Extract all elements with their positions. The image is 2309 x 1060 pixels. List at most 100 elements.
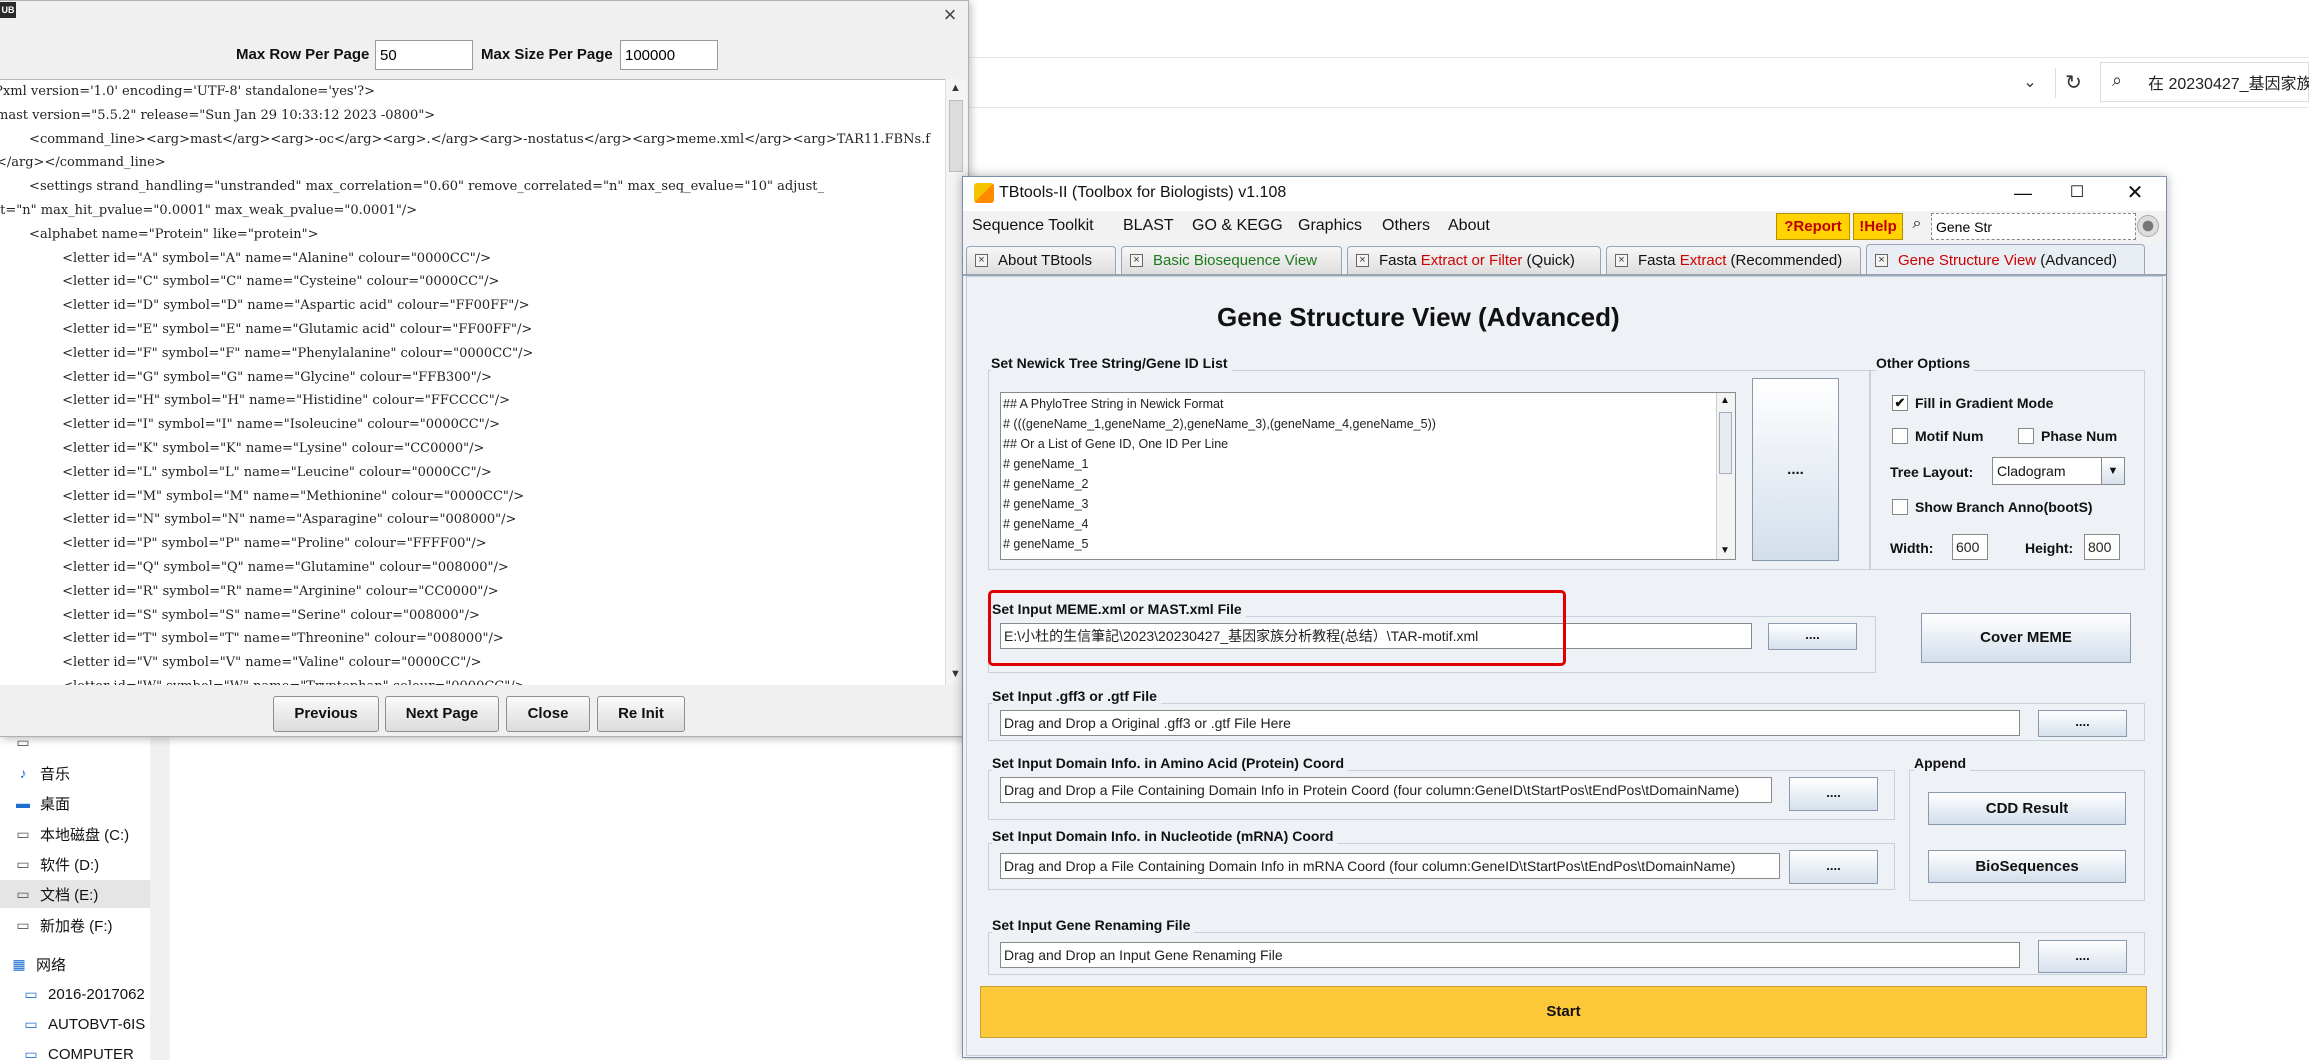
xml-line: it="n" max_hit_pvalue="0.0001" max_weak_…: [0, 202, 418, 218]
sidebar-item[interactable]: ▦ 网络: [10, 950, 146, 978]
cover-meme-button[interactable]: Cover MEME: [1921, 613, 2131, 663]
newick-line: # geneName_1: [1003, 457, 1089, 471]
sidebar-item[interactable]: ▭ AUTOBVT-6IS: [22, 1010, 158, 1038]
menu-blast[interactable]: BLAST: [1123, 217, 1174, 235]
xml-line: <letter id="Q" symbol="Q" name="Glutamin…: [0, 559, 509, 575]
other-options-label: Other Options: [1876, 355, 1975, 371]
tab-close-icon[interactable]: ×: [1130, 254, 1143, 267]
tab-fasta-extract-quick[interactable]: × Fasta Extract or Filter (Quick): [1347, 246, 1601, 274]
help-button[interactable]: !Help: [1853, 213, 1903, 240]
tab-label-part: Extract: [1679, 252, 1727, 269]
domain-aa-input[interactable]: [1000, 777, 1772, 803]
cdd-result-button[interactable]: CDD Result: [1928, 792, 2126, 825]
newick-browse-button[interactable]: ....: [1752, 378, 1839, 561]
function-search-input[interactable]: [1931, 213, 2136, 240]
xml-line: <letter id="D" symbol="D" name="Aspartic…: [0, 298, 530, 314]
tab-gene-structure-view[interactable]: × Gene Structure View (Advanced): [1866, 244, 2145, 275]
gff-browse-button[interactable]: ....: [2038, 710, 2127, 737]
domain-nt-input[interactable]: [1000, 853, 1780, 879]
tab-close-icon[interactable]: ×: [1615, 254, 1628, 267]
chevron-down-icon[interactable]: ⌄: [2015, 68, 2045, 98]
newick-line: # geneName_3: [1003, 497, 1089, 511]
xml-line: <letter id="I" symbol="I" name="Isoleuci…: [0, 417, 500, 433]
tab-label-part: (Advanced): [2036, 251, 2118, 269]
tab-close-icon[interactable]: ×: [1875, 253, 1888, 267]
meme-browse-button[interactable]: ....: [1768, 623, 1857, 650]
xml-text-area[interactable]: ?xml version='1.0' encoding='UTF-8' stan…: [0, 79, 945, 685]
sidebar-item[interactable]: ▭ 新加卷 (F:): [14, 911, 150, 939]
sidebar-item[interactable]: ▭ 文档 (E:): [0, 880, 150, 908]
scroll-down-icon[interactable]: ▼: [1720, 545, 1730, 556]
gff-file-input[interactable]: [1000, 710, 2020, 736]
window-title: TBtools-II (Toolbox for Biologists) v1.1…: [999, 184, 1287, 201]
scroll-up-icon[interactable]: ▲: [1720, 395, 1730, 406]
max-size-input[interactable]: [620, 40, 718, 70]
close-icon[interactable]: ×: [938, 2, 962, 28]
maximize-icon[interactable]: ☐: [2062, 180, 2092, 206]
chevron-down-icon[interactable]: ▼: [2101, 458, 2124, 484]
sidebar-item-label: 软件 (D:): [40, 856, 100, 874]
sidebar-item[interactable]: ▭ COMPUTER: [22, 1040, 158, 1060]
phase-num-checkbox[interactable]: [2018, 428, 2034, 444]
xml-line: ?xml version='1.0' encoding='UTF-8' stan…: [0, 84, 376, 99]
report-button[interactable]: ?Report: [1776, 213, 1850, 240]
scroll-down-icon[interactable]: ▼: [950, 668, 961, 680]
tab-about-tbtools[interactable]: × About TBtools: [966, 246, 1116, 274]
motif-num-checkbox[interactable]: [1892, 428, 1908, 444]
max-row-input[interactable]: [375, 40, 473, 70]
height-input[interactable]: [2084, 534, 2120, 560]
menu-graphics[interactable]: Graphics: [1298, 217, 1362, 235]
reinit-button[interactable]: Re Init: [597, 696, 685, 732]
start-button[interactable]: Start: [980, 986, 2147, 1038]
menu-go-kegg[interactable]: GO & KEGG: [1192, 217, 1283, 235]
sidebar-item[interactable]: ♪ 音乐: [14, 759, 150, 787]
close-icon[interactable]: ✕: [2120, 180, 2150, 206]
computer-icon: ▭: [24, 986, 38, 1002]
tab-close-icon[interactable]: ×: [975, 254, 988, 267]
sidebar-item-label: AUTOBVT-6IS: [48, 1015, 146, 1033]
newick-line: # geneName_2: [1003, 477, 1089, 491]
renaming-label: Set Input Gene Renaming File: [992, 917, 1195, 933]
phase-num-label: Phase Num: [2041, 428, 2118, 444]
show-branch-checkbox[interactable]: [1892, 499, 1908, 515]
search-clear-icon[interactable]: [2137, 215, 2159, 237]
page-title: Gene Structure View (Advanced): [1217, 302, 1620, 332]
gradient-checkbox[interactable]: ✔: [1892, 395, 1908, 411]
gradient-label: Fill in Gradient Mode: [1915, 395, 2054, 411]
domain-nt-label: Set Input Domain Info. in Nucleotide (mR…: [992, 828, 1338, 844]
menu-about[interactable]: About: [1448, 217, 1490, 235]
tab-close-icon[interactable]: ×: [1356, 254, 1369, 267]
tab-basic-biosequence[interactable]: × Basic Biosequence View: [1121, 246, 1342, 274]
close-button[interactable]: Close: [506, 696, 590, 732]
previous-button[interactable]: Previous: [273, 696, 379, 732]
renaming-browse-button[interactable]: ....: [2038, 940, 2127, 973]
height-label: Height:: [2025, 540, 2074, 556]
minimize-icon[interactable]: —: [2008, 180, 2038, 206]
menu-sequence-toolkit[interactable]: Sequence Toolkit: [972, 217, 1094, 235]
newick-scrollbar-thumb[interactable]: [1719, 412, 1732, 474]
tab-label: Basic Biosequence View: [1153, 252, 1317, 269]
tbtools-logo-icon: [974, 183, 994, 203]
xml-line: <letter id="A" symbol="A" name="Alanine"…: [0, 250, 492, 266]
xml-scrollbar-thumb[interactable]: [949, 100, 963, 172]
tab-label: About TBtools: [998, 252, 1092, 269]
domain-nt-browse-button[interactable]: ....: [1789, 850, 1878, 884]
width-input[interactable]: [1952, 534, 1988, 560]
sidebar-item[interactable]: ▭ 2016-2017062: [22, 980, 158, 1008]
sidebar-item[interactable]: ▭ 本地磁盘 (C:): [14, 820, 150, 848]
biosequences-button[interactable]: BioSequences: [1928, 850, 2126, 883]
xml-line: <letter id="N" symbol="N" name="Asparagi…: [0, 512, 517, 528]
tab-fasta-extract-recommended[interactable]: × Fasta Extract (Recommended): [1606, 246, 1861, 274]
scroll-up-icon[interactable]: ▲: [950, 82, 961, 94]
refresh-icon[interactable]: ↻: [2055, 68, 2091, 98]
next-page-button[interactable]: Next Page: [385, 696, 499, 732]
menu-others[interactable]: Others: [1382, 217, 1430, 235]
domain-aa-browse-button[interactable]: ....: [1789, 777, 1878, 811]
xml-line: <settings strand_handling="unstranded" m…: [0, 179, 824, 195]
sidebar-item[interactable]: ▬ 桌面: [14, 789, 150, 817]
renaming-file-input[interactable]: [1000, 942, 2020, 968]
show-branch-label: Show Branch Anno(bootS): [1915, 499, 2093, 515]
sidebar-item[interactable]: ▭ 软件 (D:): [14, 850, 150, 878]
xml-line: <letter id="T" symbol="T" name="Threonin…: [0, 631, 504, 647]
newick-line: ## Or a List of Gene ID, One ID Per Line: [1003, 437, 1229, 451]
